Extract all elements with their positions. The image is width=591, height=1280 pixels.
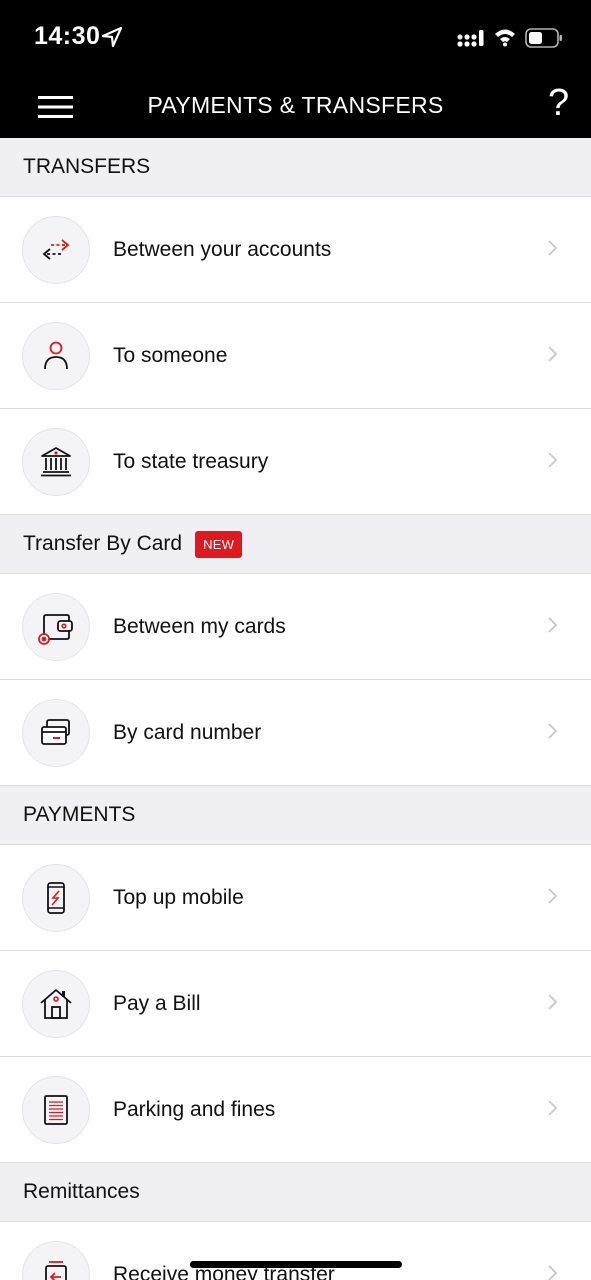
- list-item-between-accounts[interactable]: Between your accounts: [0, 197, 591, 303]
- cellular-signal-icon: [457, 30, 484, 47]
- section-header-remittances: Remittances: [0, 1163, 591, 1222]
- list-item-receive-money-transfer[interactable]: Receive money transfer: [0, 1222, 591, 1280]
- status-bar: 14:30: [0, 0, 591, 72]
- list-item-label: Pay a Bill: [113, 991, 201, 1015]
- battery-icon: [525, 28, 562, 48]
- house-icon: [22, 969, 90, 1038]
- new-badge: NEW: [195, 530, 243, 558]
- list-item-to-someone[interactable]: To someone: [0, 303, 591, 409]
- list-item-pay-a-bill[interactable]: Pay a Bill: [0, 951, 591, 1057]
- chevron-right-icon: [548, 1265, 558, 1280]
- list-item-label: Top up mobile: [113, 885, 244, 909]
- location-arrow-icon: [101, 26, 123, 48]
- home-indicator[interactable]: [190, 1261, 402, 1268]
- chevron-right-icon: [548, 994, 558, 1010]
- cards-stack-icon: [22, 698, 90, 767]
- bank-building-icon: [22, 427, 90, 496]
- list-item-by-card-number[interactable]: By card number: [0, 680, 591, 786]
- status-time: 14:30: [34, 22, 101, 50]
- list-item-parking-fines[interactable]: Parking and fines: [0, 1057, 591, 1163]
- wifi-icon: [495, 29, 515, 47]
- chevron-right-icon: [548, 617, 558, 633]
- page-title: PAYMENTS & TRANSFERS: [147, 92, 444, 118]
- section-header-payments: PAYMENTS: [0, 786, 591, 845]
- person-icon: [22, 321, 90, 390]
- nav-bar: PAYMENTS & TRANSFERS ?: [0, 72, 591, 138]
- list-item-label: Parking and fines: [113, 1097, 276, 1121]
- mobile-phone-icon: [22, 863, 90, 932]
- chevron-right-icon: [548, 723, 558, 739]
- document-icon: [22, 1075, 90, 1144]
- chevron-right-icon: [548, 346, 558, 362]
- chevron-right-icon: [548, 888, 558, 904]
- list-item-label: To someone: [113, 343, 228, 367]
- chevron-right-icon: [548, 452, 558, 468]
- wallet-card-icon: [22, 592, 90, 661]
- chevron-right-icon: [548, 240, 558, 256]
- section-header-transfer-by-card: Transfer By Card NEW: [0, 515, 591, 574]
- section-title: PAYMENTS: [23, 803, 136, 826]
- list-item-label: To state treasury: [113, 449, 269, 473]
- list-item-label: Between my cards: [113, 614, 286, 638]
- list-item-top-up-mobile[interactable]: Top up mobile: [0, 845, 591, 951]
- list-item-between-cards[interactable]: Between my cards: [0, 574, 591, 680]
- list-item-label: Between your accounts: [113, 237, 332, 261]
- section-header-transfers: TRANSFERS: [0, 138, 591, 197]
- list-item-state-treasury[interactable]: To state treasury: [0, 409, 591, 515]
- section-title: Remittances: [23, 1180, 140, 1203]
- list-item-label: By card number: [113, 720, 262, 744]
- receive-money-icon: [22, 1240, 90, 1280]
- section-title: Transfer By Card: [23, 532, 183, 555]
- chevron-right-icon: [548, 1100, 558, 1116]
- payments-list: TRANSFERS Between your accounts To someo…: [0, 138, 591, 1280]
- section-title: TRANSFERS: [23, 155, 151, 178]
- arrows-transfer-icon: [22, 215, 90, 284]
- help-icon[interactable]: ?: [548, 82, 569, 125]
